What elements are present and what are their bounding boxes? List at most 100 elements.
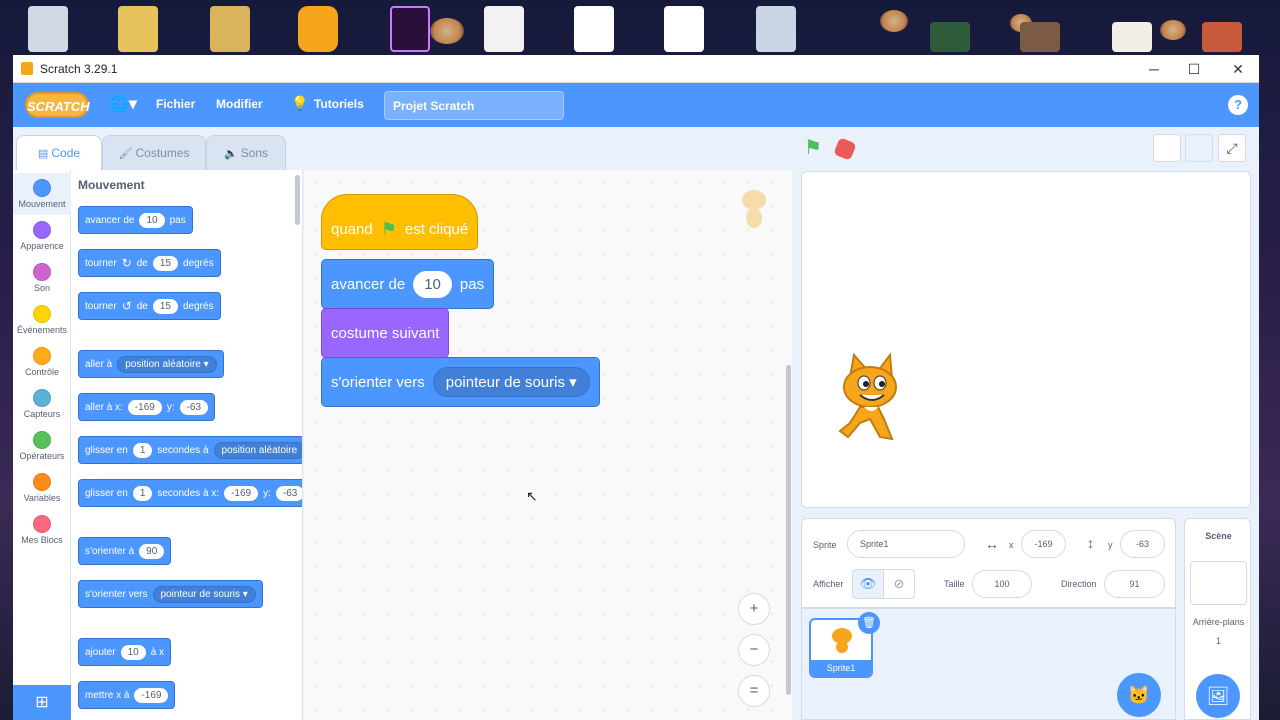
close-button[interactable]: ✕ bbox=[1223, 59, 1253, 79]
block-input[interactable]: -169 bbox=[224, 485, 259, 501]
sprite-thumbnail-icon bbox=[832, 628, 852, 653]
add-sprite-icon[interactable]: 🐱 bbox=[1117, 673, 1161, 717]
menu-file[interactable]: Fichier bbox=[156, 97, 195, 111]
block-input[interactable]: -169 bbox=[127, 399, 162, 415]
script-block-move-steps[interactable]: avancer de 10 pas bbox=[321, 259, 495, 309]
palette-scrollbar[interactable] bbox=[295, 175, 300, 225]
maximize-button[interactable]: ☐ bbox=[1179, 59, 1209, 79]
block-input[interactable]: 15 bbox=[152, 255, 178, 271]
category-label: Variables bbox=[23, 493, 61, 503]
block-set-x[interactable]: mettre x à -169 bbox=[78, 681, 176, 709]
category-events[interactable]: Événements bbox=[13, 299, 71, 341]
folder-icon[interactable] bbox=[210, 6, 250, 52]
green-flag-icon[interactable]: ⚑ bbox=[804, 138, 822, 158]
category-label: Mes Blocs bbox=[21, 535, 63, 545]
normal-stage-icon[interactable] bbox=[1185, 134, 1213, 162]
scratch-shortcut-icon[interactable] bbox=[298, 6, 338, 52]
scratch-logo[interactable]: SCRATCH bbox=[25, 92, 90, 118]
help-icon[interactable]: ? bbox=[1228, 95, 1248, 115]
powerpoint-file-icon[interactable] bbox=[930, 22, 970, 52]
powerpoint-file-icon[interactable] bbox=[1020, 22, 1060, 52]
block-dropdown[interactable]: pointeur de souris ▾ bbox=[432, 367, 590, 397]
block-input[interactable]: 15 bbox=[152, 298, 178, 314]
project-title-input[interactable]: Projet Scratch bbox=[384, 91, 564, 120]
category-operators[interactable]: Opérateurs bbox=[13, 425, 71, 467]
block-move-steps[interactable]: avancer de 10 pas bbox=[78, 206, 193, 234]
size-input[interactable]: 100 bbox=[972, 570, 1032, 598]
block-dropdown[interactable]: position aléatoire bbox=[213, 441, 302, 459]
script-block-point-towards[interactable]: s'orienter vers pointeur de souris ▾ bbox=[321, 357, 600, 407]
folder-icon[interactable] bbox=[118, 6, 158, 52]
folder-icon[interactable] bbox=[756, 6, 796, 52]
language-globe-icon[interactable]: 🌐▾ bbox=[109, 94, 137, 114]
code-workspace[interactable]: quand ⚑ est cliqué avancer de 10 pas cos… bbox=[304, 170, 792, 720]
title-bar: Scratch 3.29.1 ─ ☐ ✕ bbox=[13, 55, 1259, 83]
script-block-next-costume[interactable]: costume suivant bbox=[321, 308, 450, 358]
tab-code[interactable]: ▤ Code bbox=[16, 135, 102, 171]
powerpoint-file-icon[interactable] bbox=[1202, 22, 1242, 52]
category-sensing[interactable]: Capteurs bbox=[13, 383, 71, 425]
document-icon[interactable] bbox=[574, 6, 614, 52]
block-input[interactable]: -169 bbox=[134, 687, 169, 703]
category-variables[interactable]: Variables bbox=[13, 467, 71, 509]
tab-sounds[interactable]: 🔈 Sons bbox=[206, 135, 286, 171]
block-input[interactable]: 90 bbox=[139, 543, 165, 559]
powerpoint-file-icon[interactable] bbox=[1112, 22, 1152, 52]
block-glide-to[interactable]: glisser en 1 secondes à position aléatoire bbox=[78, 436, 302, 464]
block-glide-to-xy[interactable]: glisser en 1 secondes à x: -169 y: -63 bbox=[78, 479, 302, 507]
zoom-out-button[interactable]: − bbox=[738, 634, 770, 666]
premiere-project-icon[interactable] bbox=[390, 6, 430, 52]
category-motion[interactable]: Mouvement bbox=[13, 173, 71, 215]
menu-edit[interactable]: Modifier bbox=[216, 97, 263, 111]
y-position-input[interactable]: -63 bbox=[1120, 530, 1165, 558]
block-input[interactable]: 1 bbox=[132, 442, 153, 458]
category-dot bbox=[33, 305, 51, 323]
block-input[interactable]: 1 bbox=[132, 485, 153, 501]
block-go-to[interactable]: aller à position aléatoire ▾ bbox=[78, 350, 224, 378]
block-text: secondes à bbox=[157, 444, 209, 456]
stage-canvas[interactable] bbox=[801, 171, 1251, 508]
block-input[interactable]: 10 bbox=[413, 270, 452, 298]
backdrop-thumbnail[interactable] bbox=[1190, 561, 1247, 605]
menu-tutorials[interactable]: Tutoriels bbox=[314, 97, 364, 111]
block-point-in-direction[interactable]: s'orienter à 90 bbox=[78, 537, 172, 565]
category-looks[interactable]: Apparence bbox=[13, 215, 71, 257]
add-backdrop-icon[interactable]: 🖼 bbox=[1196, 674, 1240, 718]
block-turn-left[interactable]: tourner ↺ de 15 degrés bbox=[78, 292, 221, 320]
block-turn-right[interactable]: tourner ↻ de 15 degrés bbox=[78, 249, 221, 277]
word-document-icon[interactable] bbox=[484, 6, 524, 52]
fullscreen-icon[interactable]: ⤢ bbox=[1218, 134, 1246, 162]
small-stage-icon[interactable] bbox=[1153, 134, 1181, 162]
recycle-bin-icon[interactable] bbox=[28, 6, 68, 52]
hide-eye-icon[interactable]: ⊘ bbox=[883, 569, 915, 599]
stop-icon[interactable] bbox=[833, 137, 857, 161]
category-control[interactable]: Contrôle bbox=[13, 341, 71, 383]
zoom-reset-button[interactable]: = bbox=[738, 675, 770, 707]
delete-sprite-icon[interactable]: 🗑 bbox=[858, 612, 880, 634]
sprite-name-input[interactable]: Sprite1 bbox=[847, 530, 965, 558]
cat-sprite[interactable] bbox=[820, 349, 916, 449]
minimize-button[interactable]: ─ bbox=[1139, 59, 1169, 79]
show-eye-icon[interactable]: 👁 bbox=[852, 569, 884, 599]
document-icon[interactable] bbox=[664, 6, 704, 52]
x-position-input[interactable]: -169 bbox=[1021, 530, 1066, 558]
block-input[interactable]: 10 bbox=[139, 212, 165, 228]
block-input[interactable]: -63 bbox=[179, 399, 209, 415]
category-my-blocks[interactable]: Mes Blocs bbox=[13, 509, 71, 551]
block-change-x[interactable]: ajouter 10 à x bbox=[78, 638, 172, 666]
block-dropdown[interactable]: position aléatoire ▾ bbox=[117, 355, 217, 373]
direction-input[interactable]: 91 bbox=[1104, 570, 1165, 598]
block-point-towards[interactable]: s'orienter vers pointeur de souris ▾ bbox=[78, 580, 263, 608]
block-input[interactable]: 10 bbox=[120, 644, 146, 660]
zoom-in-button[interactable]: + bbox=[738, 593, 770, 625]
block-text: est cliqué bbox=[404, 220, 469, 238]
block-go-to-xy[interactable]: aller à x: -169 y: -63 bbox=[78, 393, 216, 421]
tab-costumes[interactable]: 🖌 Costumes bbox=[102, 135, 206, 171]
block-dropdown[interactable]: pointeur de souris ▾ bbox=[152, 585, 256, 603]
workspace-scrollbar[interactable] bbox=[786, 365, 791, 695]
add-extension-button[interactable]: ⊞ bbox=[13, 685, 71, 720]
script-hat-when-flag-clicked[interactable]: quand ⚑ est cliqué bbox=[321, 194, 479, 250]
block-input[interactable]: -63 bbox=[275, 485, 302, 501]
tab-sounds-label: Sons bbox=[240, 146, 269, 160]
category-sound[interactable]: Son bbox=[13, 257, 71, 299]
